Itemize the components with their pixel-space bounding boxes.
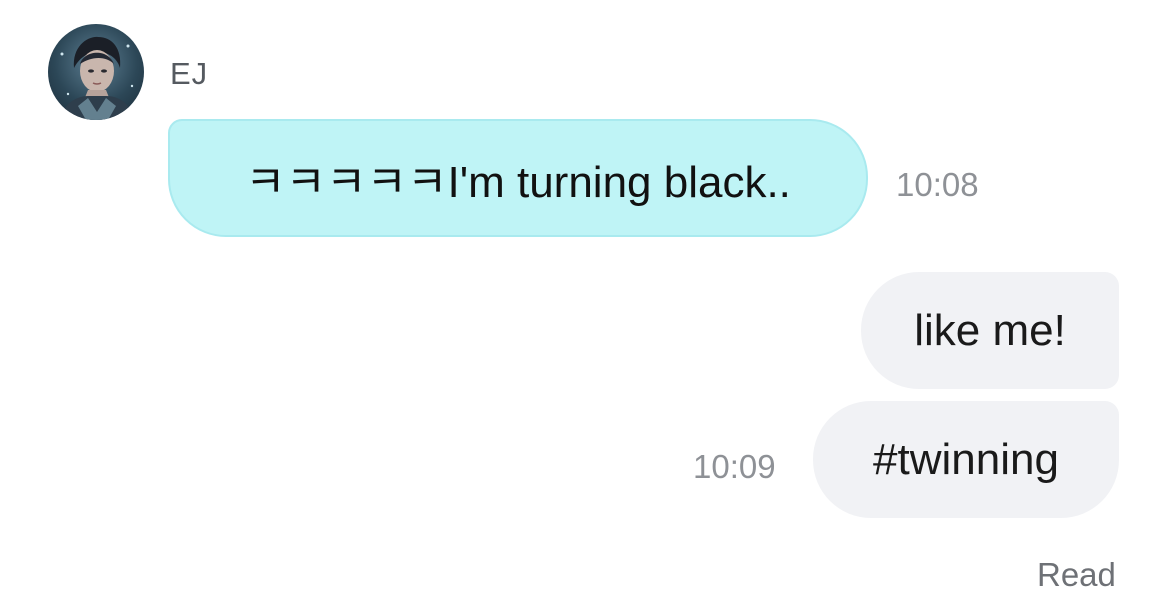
sender-name: EJ (170, 56, 209, 91)
message-text: #twinning (873, 434, 1059, 484)
chat-thread: EJ ㅋㅋㅋㅋㅋI'm turning black.. 10:08 like m… (0, 0, 1170, 614)
message-timestamp: 10:09 (693, 448, 776, 485)
incoming-message-bubble[interactable]: ㅋㅋㅋㅋㅋI'm turning black.. (168, 119, 868, 237)
avatar[interactable] (48, 24, 144, 120)
read-receipt: Read (1037, 556, 1116, 593)
message-text: ㅋㅋㅋㅋㅋI'm turning black.. (245, 158, 791, 207)
outgoing-message-bubble[interactable]: like me! (861, 272, 1119, 389)
message-timestamp: 10:08 (896, 166, 979, 203)
avatar-image (60, 36, 134, 120)
outgoing-message-bubble[interactable]: #twinning (813, 401, 1119, 518)
message-text: like me! (914, 305, 1066, 355)
